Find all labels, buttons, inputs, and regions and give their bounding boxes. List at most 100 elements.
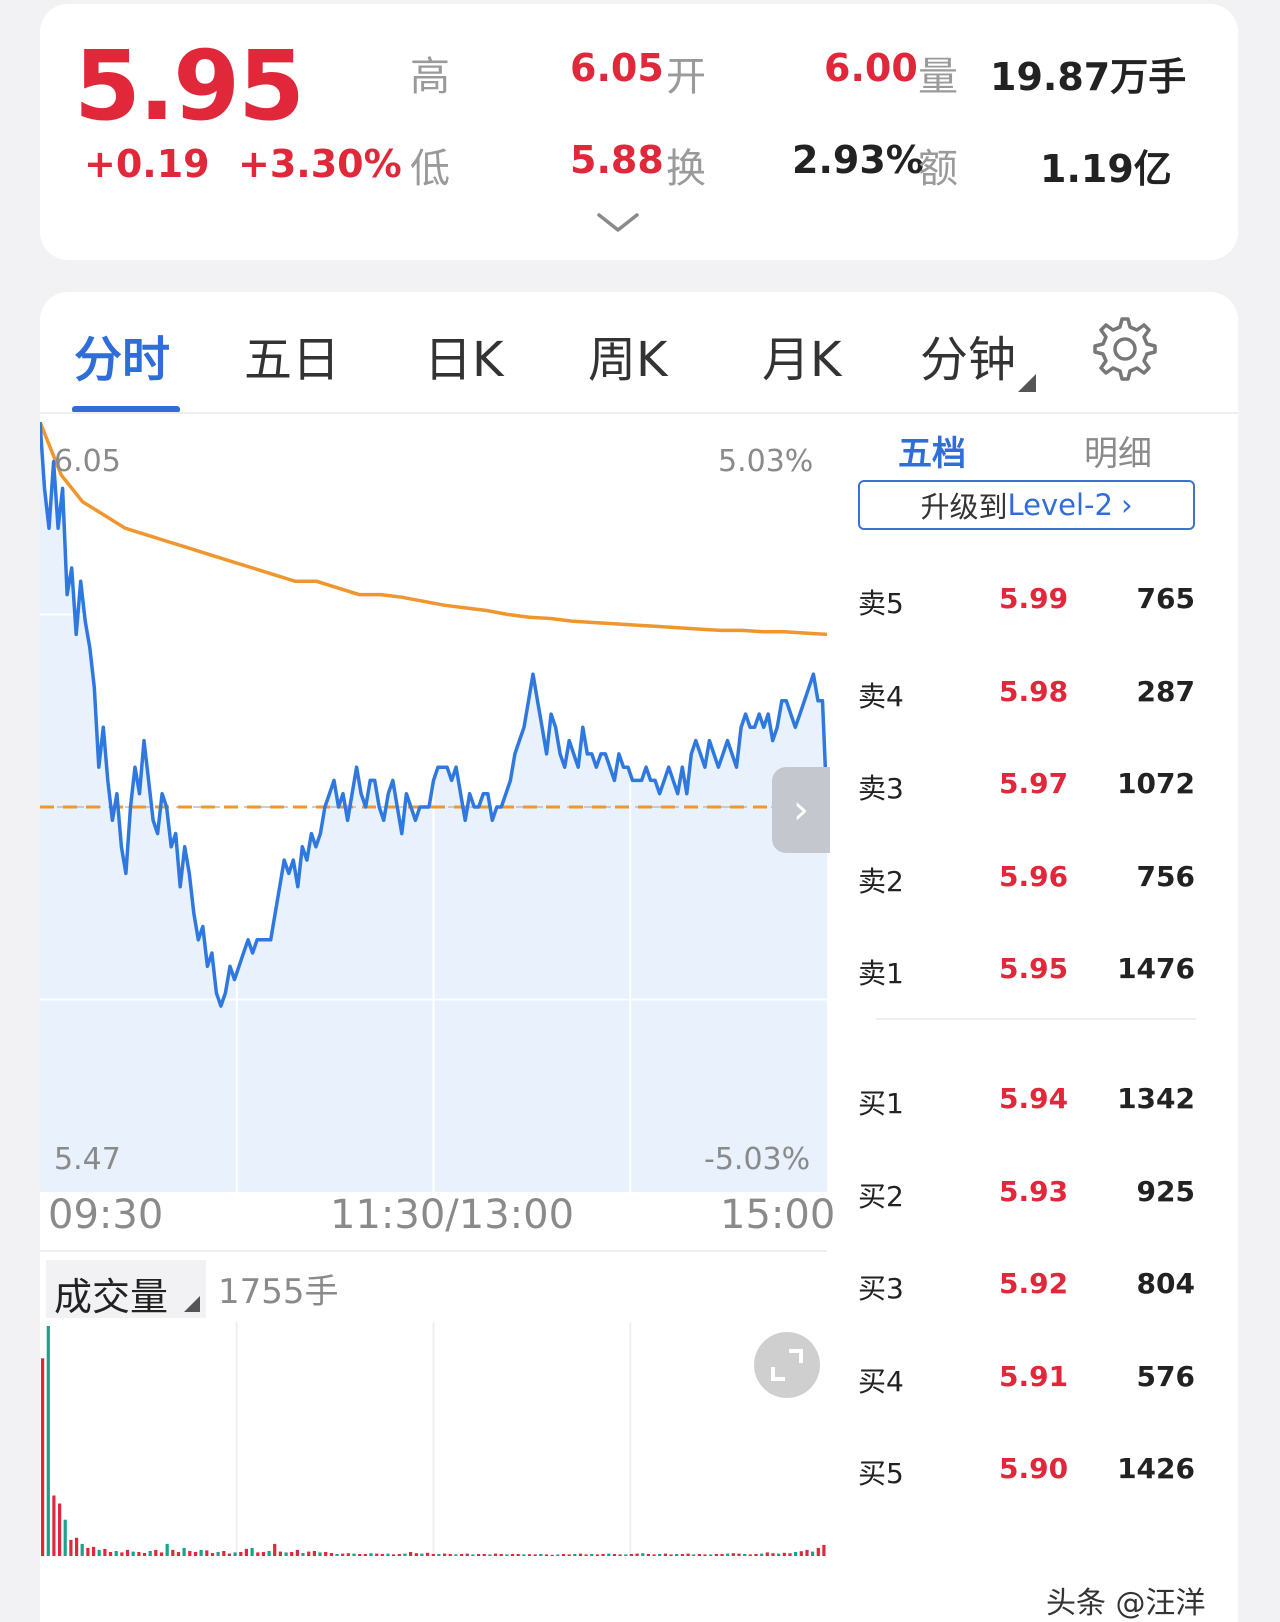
- volume-bar: [669, 1554, 673, 1556]
- order-level-label: 卖5: [858, 587, 904, 620]
- volume-bar: [765, 1552, 769, 1556]
- volume-bar: [550, 1554, 554, 1556]
- volume-label: 量: [918, 54, 958, 100]
- ask-row[interactable]: 卖2 5.96 756: [858, 860, 1198, 900]
- volume-bar: [352, 1553, 356, 1556]
- volume-bar: [369, 1553, 373, 1556]
- bid-row[interactable]: 买2 5.93 925: [858, 1175, 1198, 1215]
- volume-panel-value: 1755手: [218, 1272, 339, 1312]
- axis-price-max: 6.05: [54, 444, 121, 479]
- order-volume: 804: [1136, 1267, 1195, 1300]
- volume-bar: [267, 1551, 271, 1556]
- amount-label: 额: [918, 146, 958, 192]
- tab-monthly-k[interactable]: 月K: [762, 320, 841, 390]
- volume-panel-label: 成交量: [54, 1275, 169, 1319]
- gear-icon[interactable]: [1090, 314, 1160, 388]
- ask-row[interactable]: 卖1 5.95 1476: [858, 952, 1198, 992]
- volume-bar: [760, 1553, 764, 1556]
- volume-bar: [426, 1552, 430, 1556]
- upgrade-level2-button[interactable]: 升级到 Level-2 ›: [858, 480, 1195, 530]
- order-level-label: 卖4: [858, 679, 904, 713]
- expand-icon[interactable]: [754, 1332, 820, 1398]
- tab-five-day[interactable]: 五日: [244, 320, 340, 390]
- volume-bar: [731, 1553, 735, 1556]
- volume-bar: [794, 1552, 798, 1556]
- tab-intraday[interactable]: 分时: [74, 320, 170, 390]
- volume-bar: [544, 1554, 549, 1556]
- axis-pct-max: 5.03%: [718, 444, 814, 479]
- volume-bar: [261, 1552, 265, 1556]
- volume-bar: [397, 1554, 401, 1556]
- price-change: +0.19: [84, 142, 210, 186]
- tab-daily-k[interactable]: 日K: [424, 320, 503, 390]
- volume-bar: [703, 1554, 707, 1556]
- volume-bar: [273, 1543, 277, 1556]
- volume-bar: [125, 1549, 130, 1556]
- volume-bar: [227, 1553, 231, 1556]
- volume-bar: [431, 1554, 435, 1556]
- volume-bar: [629, 1554, 633, 1556]
- volume-bar: [358, 1554, 362, 1556]
- volume-bar: [131, 1551, 135, 1556]
- volume-bar: [697, 1554, 701, 1556]
- tab-weekly-k[interactable]: 周K: [588, 320, 667, 390]
- volume-bar: [58, 1503, 62, 1556]
- bid-row[interactable]: 买3 5.92 804: [858, 1267, 1198, 1307]
- order-price: 5.97: [999, 767, 1069, 800]
- order-volume: 1072: [1117, 767, 1195, 800]
- ask-row[interactable]: 卖3 5.97 1072: [858, 767, 1198, 807]
- volume-bar: [142, 1553, 147, 1556]
- order-price: 5.99: [999, 582, 1069, 615]
- tab-details[interactable]: 明细: [1084, 426, 1152, 475]
- tab-five-levels[interactable]: 五档: [898, 426, 966, 475]
- volume-bar: [658, 1554, 662, 1556]
- order-volume: 756: [1136, 859, 1195, 893]
- axis-price-min: 5.47: [54, 1142, 121, 1177]
- volume-bar: [499, 1554, 503, 1556]
- order-price: 5.91: [999, 1359, 1069, 1393]
- price-change-pct: +3.30%: [238, 142, 402, 186]
- tab-minute[interactable]: 分钟: [920, 320, 1016, 390]
- volume-bar: [92, 1546, 96, 1556]
- bid-row[interactable]: 买5 5.90 1426: [858, 1452, 1198, 1492]
- axis-time-end: 15:00: [720, 1192, 836, 1238]
- order-book-divider: [876, 1018, 1196, 1020]
- ask-row[interactable]: 卖5 5.99 765: [858, 582, 1198, 622]
- volume-bar: [63, 1519, 67, 1556]
- volume-bar: [324, 1552, 328, 1556]
- ask-row[interactable]: 卖4 5.98 287: [858, 675, 1198, 715]
- volume-bar: [41, 1358, 45, 1556]
- order-price: 5.92: [999, 1267, 1069, 1300]
- volume-bar: [409, 1552, 413, 1556]
- volume-bar: [193, 1552, 198, 1556]
- chevron-down-icon[interactable]: [596, 210, 640, 240]
- axis-time-mid: 11:30/13:00: [330, 1192, 575, 1238]
- volume-selector[interactable]: 成交量: [46, 1260, 206, 1319]
- volume-bar: [165, 1543, 169, 1556]
- volume-bar: [420, 1553, 424, 1556]
- order-price: 5.98: [999, 674, 1069, 708]
- volume-bar: [386, 1553, 390, 1556]
- volume-bar: [635, 1553, 639, 1556]
- volume-bar: [46, 1326, 50, 1556]
- volume-bar: [663, 1553, 667, 1556]
- volume-bar: [743, 1554, 747, 1556]
- volume-bar: [471, 1554, 475, 1556]
- volume-bar: [748, 1554, 752, 1556]
- bid-row[interactable]: 买4 5.91 576: [858, 1360, 1198, 1400]
- volume-bar: [448, 1554, 452, 1556]
- high-value: 6.05: [570, 46, 664, 90]
- bid-row[interactable]: 买1 5.94 1342: [858, 1082, 1198, 1122]
- volume-bar: [465, 1553, 469, 1556]
- volume-bar: [239, 1552, 243, 1556]
- quote-card: 5.95 +0.19 +3.30% 高 6.05 开 6.00 量 19.87万…: [40, 4, 1238, 260]
- volume-bar: [437, 1554, 441, 1556]
- chevron-right-icon[interactable]: ›: [772, 767, 830, 853]
- volume-bar: [561, 1554, 566, 1556]
- volume-bar: [811, 1551, 815, 1556]
- volume-bar: [477, 1554, 481, 1556]
- volume-bar: [312, 1551, 316, 1556]
- volume-bar: [103, 1548, 107, 1556]
- order-level-label: 卖3: [858, 772, 904, 805]
- tab-divider: [40, 412, 1238, 414]
